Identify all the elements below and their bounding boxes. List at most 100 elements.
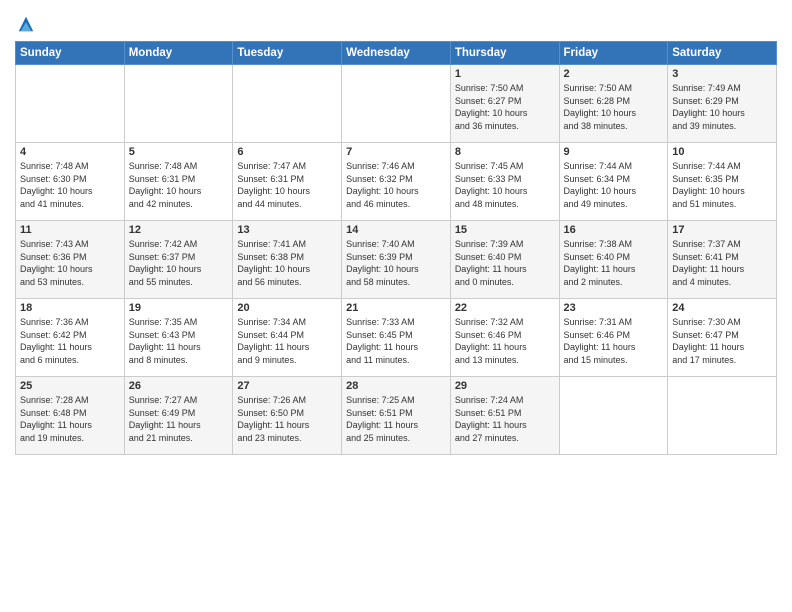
day-info: Sunrise: 7:38 AM Sunset: 6:40 PM Dayligh… [564, 238, 664, 288]
day-info: Sunrise: 7:25 AM Sunset: 6:51 PM Dayligh… [346, 394, 446, 444]
day-info: Sunrise: 7:36 AM Sunset: 6:42 PM Dayligh… [20, 316, 120, 366]
day-number: 21 [346, 302, 446, 314]
day-info: Sunrise: 7:44 AM Sunset: 6:34 PM Dayligh… [564, 160, 664, 210]
day-cell: 17Sunrise: 7:37 AM Sunset: 6:41 PM Dayli… [668, 221, 777, 299]
weekday-header-wednesday: Wednesday [342, 42, 451, 65]
day-number: 20 [237, 302, 337, 314]
day-cell [233, 65, 342, 143]
day-number: 19 [129, 302, 229, 314]
day-cell [16, 65, 125, 143]
day-number: 23 [564, 302, 664, 314]
day-info: Sunrise: 7:26 AM Sunset: 6:50 PM Dayligh… [237, 394, 337, 444]
day-cell: 27 Sunrise: 7:26 AM Sunset: 6:50 PM Dayli… [233, 377, 342, 455]
day-number: 3 [672, 68, 772, 80]
day-cell: 9 Sunrise: 7:44 AM Sunset: 6:34 PM Daylig… [559, 143, 668, 221]
page: SundayMondayTuesdayWednesdayThursdayFrid… [0, 0, 792, 612]
day-number: 28 [346, 380, 446, 392]
day-cell: 2Sunrise: 7:50 AM Sunset: 6:28 PM Daylig… [559, 65, 668, 143]
day-number: 6 [237, 146, 337, 158]
day-info: Sunrise: 7:45 AM Sunset: 6:33 PM Dayligh… [455, 160, 555, 210]
weekday-header-tuesday: Tuesday [233, 42, 342, 65]
logo [15, 15, 35, 33]
week-row-4: 25 Sunrise: 7:28 AM Sunset: 6:48 PM Dayli… [16, 377, 777, 455]
week-row-3: 18 Sunrise: 7:36 AM Sunset: 6:42 PM Dayli… [16, 299, 777, 377]
day-cell: 20 Sunrise: 7:34 AM Sunset: 6:44 PM Dayli… [233, 299, 342, 377]
day-number: 25 [20, 380, 120, 392]
day-number: 24 [672, 302, 772, 314]
week-row-2: 11 Sunrise: 7:43 AM Sunset: 6:36 PM Dayli… [16, 221, 777, 299]
day-cell [342, 65, 451, 143]
day-info: Sunrise: 7:32 AM Sunset: 6:46 PM Dayligh… [455, 316, 555, 366]
day-info: Sunrise: 7:33 AM Sunset: 6:45 PM Dayligh… [346, 316, 446, 366]
day-info: Sunrise: 7:27 AM Sunset: 6:49 PM Dayligh… [129, 394, 229, 444]
day-number: 29 [455, 380, 555, 392]
weekday-header-row: SundayMondayTuesdayWednesdayThursdayFrid… [16, 42, 777, 65]
day-number: 9 [564, 146, 664, 158]
weekday-header-thursday: Thursday [450, 42, 559, 65]
weekday-header-monday: Monday [124, 42, 233, 65]
day-cell: 13 Sunrise: 7:41 AM Sunset: 6:38 PM Dayli… [233, 221, 342, 299]
day-info: Sunrise: 7:40 AM Sunset: 6:39 PM Dayligh… [346, 238, 446, 288]
day-info: Sunrise: 7:48 AM Sunset: 6:30 PM Dayligh… [20, 160, 120, 210]
day-number: 13 [237, 224, 337, 236]
day-info: Sunrise: 7:47 AM Sunset: 6:31 PM Dayligh… [237, 160, 337, 210]
day-cell: 10 Sunrise: 7:44 AM Sunset: 6:35 PM Dayli… [668, 143, 777, 221]
day-cell: 24 Sunrise: 7:30 AM Sunset: 6:47 PM Dayli… [668, 299, 777, 377]
day-info: Sunrise: 7:39 AM Sunset: 6:40 PM Dayligh… [455, 238, 555, 288]
day-cell: 4 Sunrise: 7:48 AM Sunset: 6:30 PM Daylig… [16, 143, 125, 221]
day-cell: 1 Sunrise: 7:50 AM Sunset: 6:27 PM Daylig… [450, 65, 559, 143]
day-cell: 26 Sunrise: 7:27 AM Sunset: 6:49 PM Dayli… [124, 377, 233, 455]
day-number: 1 [455, 68, 555, 80]
day-info: Sunrise: 7:42 AM Sunset: 6:37 PM Dayligh… [129, 238, 229, 288]
day-number: 11 [20, 224, 120, 236]
day-number: 4 [20, 146, 120, 158]
day-info: Sunrise: 7:28 AM Sunset: 6:48 PM Dayligh… [20, 394, 120, 444]
week-row-0: 1 Sunrise: 7:50 AM Sunset: 6:27 PM Daylig… [16, 65, 777, 143]
day-info: Sunrise: 7:46 AM Sunset: 6:32 PM Dayligh… [346, 160, 446, 210]
day-cell: 15 Sunrise: 7:39 AM Sunset: 6:40 PM Dayli… [450, 221, 559, 299]
day-info: Sunrise: 7:34 AM Sunset: 6:44 PM Dayligh… [237, 316, 337, 366]
day-number: 16 [564, 224, 664, 236]
day-number: 17 [672, 224, 772, 236]
weekday-header-sunday: Sunday [16, 42, 125, 65]
weekday-header-friday: Friday [559, 42, 668, 65]
day-info: Sunrise: 7:49 AM Sunset: 6:29 PM Dayligh… [672, 82, 772, 132]
day-info: Sunrise: 7:24 AM Sunset: 6:51 PM Dayligh… [455, 394, 555, 444]
day-number: 14 [346, 224, 446, 236]
day-number: 26 [129, 380, 229, 392]
day-cell: 29 Sunrise: 7:24 AM Sunset: 6:51 PM Dayli… [450, 377, 559, 455]
calendar-table: SundayMondayTuesdayWednesdayThursdayFrid… [15, 41, 777, 455]
day-cell: 7 Sunrise: 7:46 AM Sunset: 6:32 PM Daylig… [342, 143, 451, 221]
day-cell: 6 Sunrise: 7:47 AM Sunset: 6:31 PM Daylig… [233, 143, 342, 221]
day-info: Sunrise: 7:43 AM Sunset: 6:36 PM Dayligh… [20, 238, 120, 288]
day-cell: 22Sunrise: 7:32 AM Sunset: 6:46 PM Dayli… [450, 299, 559, 377]
day-cell: 14 Sunrise: 7:40 AM Sunset: 6:39 PM Dayli… [342, 221, 451, 299]
day-cell: 23 Sunrise: 7:31 AM Sunset: 6:46 PM Dayli… [559, 299, 668, 377]
day-cell: 18 Sunrise: 7:36 AM Sunset: 6:42 PM Dayli… [16, 299, 125, 377]
day-cell: 11 Sunrise: 7:43 AM Sunset: 6:36 PM Dayli… [16, 221, 125, 299]
weekday-header-saturday: Saturday [668, 42, 777, 65]
day-number: 15 [455, 224, 555, 236]
day-cell [668, 377, 777, 455]
day-number: 8 [455, 146, 555, 158]
day-cell [559, 377, 668, 455]
header [15, 10, 777, 33]
day-cell: 21 Sunrise: 7:33 AM Sunset: 6:45 PM Dayli… [342, 299, 451, 377]
day-cell: 16 Sunrise: 7:38 AM Sunset: 6:40 PM Dayli… [559, 221, 668, 299]
day-number: 27 [237, 380, 337, 392]
day-cell: 19 Sunrise: 7:35 AM Sunset: 6:43 PM Dayli… [124, 299, 233, 377]
day-info: Sunrise: 7:30 AM Sunset: 6:47 PM Dayligh… [672, 316, 772, 366]
day-info: Sunrise: 7:44 AM Sunset: 6:35 PM Dayligh… [672, 160, 772, 210]
day-number: 10 [672, 146, 772, 158]
day-number: 7 [346, 146, 446, 158]
day-cell: 8 Sunrise: 7:45 AM Sunset: 6:33 PM Daylig… [450, 143, 559, 221]
day-cell [124, 65, 233, 143]
day-number: 12 [129, 224, 229, 236]
day-number: 18 [20, 302, 120, 314]
day-info: Sunrise: 7:50 AM Sunset: 6:27 PM Dayligh… [455, 82, 555, 132]
day-info: Sunrise: 7:35 AM Sunset: 6:43 PM Dayligh… [129, 316, 229, 366]
day-info: Sunrise: 7:41 AM Sunset: 6:38 PM Dayligh… [237, 238, 337, 288]
day-info: Sunrise: 7:31 AM Sunset: 6:46 PM Dayligh… [564, 316, 664, 366]
day-info: Sunrise: 7:48 AM Sunset: 6:31 PM Dayligh… [129, 160, 229, 210]
week-row-1: 4 Sunrise: 7:48 AM Sunset: 6:30 PM Daylig… [16, 143, 777, 221]
